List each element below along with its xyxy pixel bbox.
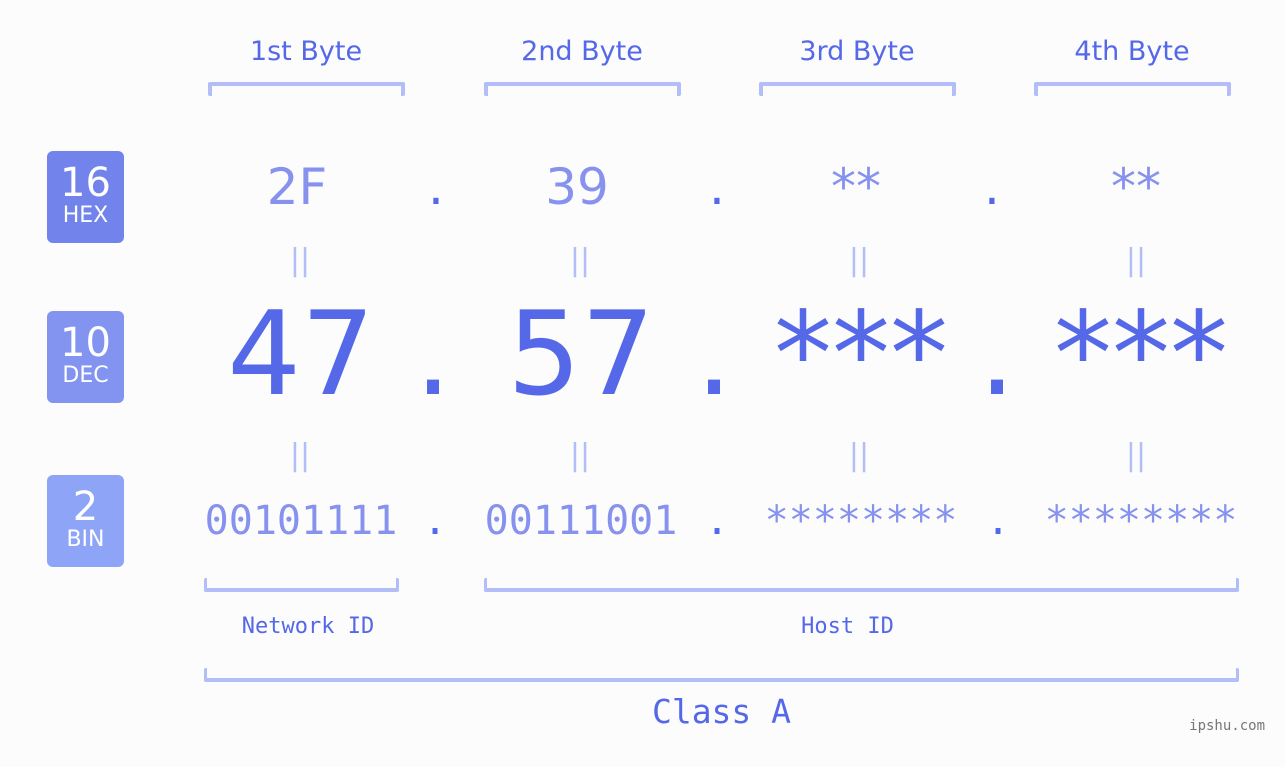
equals-icon: || <box>569 438 591 473</box>
dec-octet-4: *** <box>1054 287 1228 422</box>
bin-base-number: 2 <box>72 484 99 530</box>
class-bracket <box>204 668 1239 682</box>
bin-octet-2: 00111001 <box>484 498 678 544</box>
hex-base-name: HEX <box>62 203 109 228</box>
byte-header-2: 2nd Byte <box>521 36 643 67</box>
bin-octet-3: ******** <box>764 498 958 544</box>
bin-separator-1: . <box>422 498 448 544</box>
byte-header-1: 1st Byte <box>249 36 363 67</box>
hex-badge: 16 HEX <box>47 151 124 243</box>
hex-octet-2: 39 <box>545 158 609 216</box>
equals-icon: || <box>848 438 870 473</box>
byte-bracket-2 <box>484 82 681 96</box>
byte-header-4: 4th Byte <box>1074 36 1190 67</box>
hex-separator-3: . <box>984 158 1000 216</box>
dec-octet-1: 47 <box>227 287 375 422</box>
dec-base-number: 10 <box>60 320 111 366</box>
hex-octet-3: ** <box>831 158 881 216</box>
bin-base-name: BIN <box>66 527 105 552</box>
dec-separator-1: . <box>414 287 452 422</box>
dec-separator-2: . <box>695 287 733 422</box>
equals-icon: || <box>1125 438 1147 473</box>
equals-icon: || <box>848 243 870 278</box>
dec-octet-2: 57 <box>507 287 655 422</box>
hex-separator-1: . <box>428 158 444 216</box>
host-id-label: Host ID <box>801 614 894 639</box>
byte-bracket-4 <box>1034 82 1231 96</box>
network-id-bracket <box>204 578 399 592</box>
equals-icon: || <box>289 438 311 473</box>
equals-icon: || <box>569 243 591 278</box>
network-id-label: Network ID <box>241 614 375 639</box>
bin-separator-2: . <box>704 498 730 544</box>
bin-badge: 2 BIN <box>47 475 124 567</box>
dec-octet-3: *** <box>774 287 948 422</box>
hex-base-number: 16 <box>60 160 111 206</box>
byte-bracket-3 <box>759 82 956 96</box>
watermark: ipshu.com <box>1189 718 1265 734</box>
equals-icon: || <box>1125 243 1147 278</box>
byte-header-3: 3rd Byte <box>799 36 915 67</box>
host-id-bracket <box>484 578 1239 592</box>
hex-octet-4: ** <box>1111 158 1161 216</box>
bin-octet-1: 00101111 <box>204 498 398 544</box>
hex-octet-1: 2F <box>266 158 328 216</box>
hex-separator-2: . <box>709 158 725 216</box>
equals-icon: || <box>289 243 311 278</box>
byte-bracket-1 <box>208 82 405 96</box>
bin-separator-3: . <box>985 498 1011 544</box>
dec-base-name: DEC <box>62 363 109 388</box>
dec-badge: 10 DEC <box>47 311 124 403</box>
bin-octet-4: ******** <box>1044 498 1238 544</box>
dec-separator-3: . <box>978 287 1016 422</box>
class-label: Class A <box>651 692 792 731</box>
